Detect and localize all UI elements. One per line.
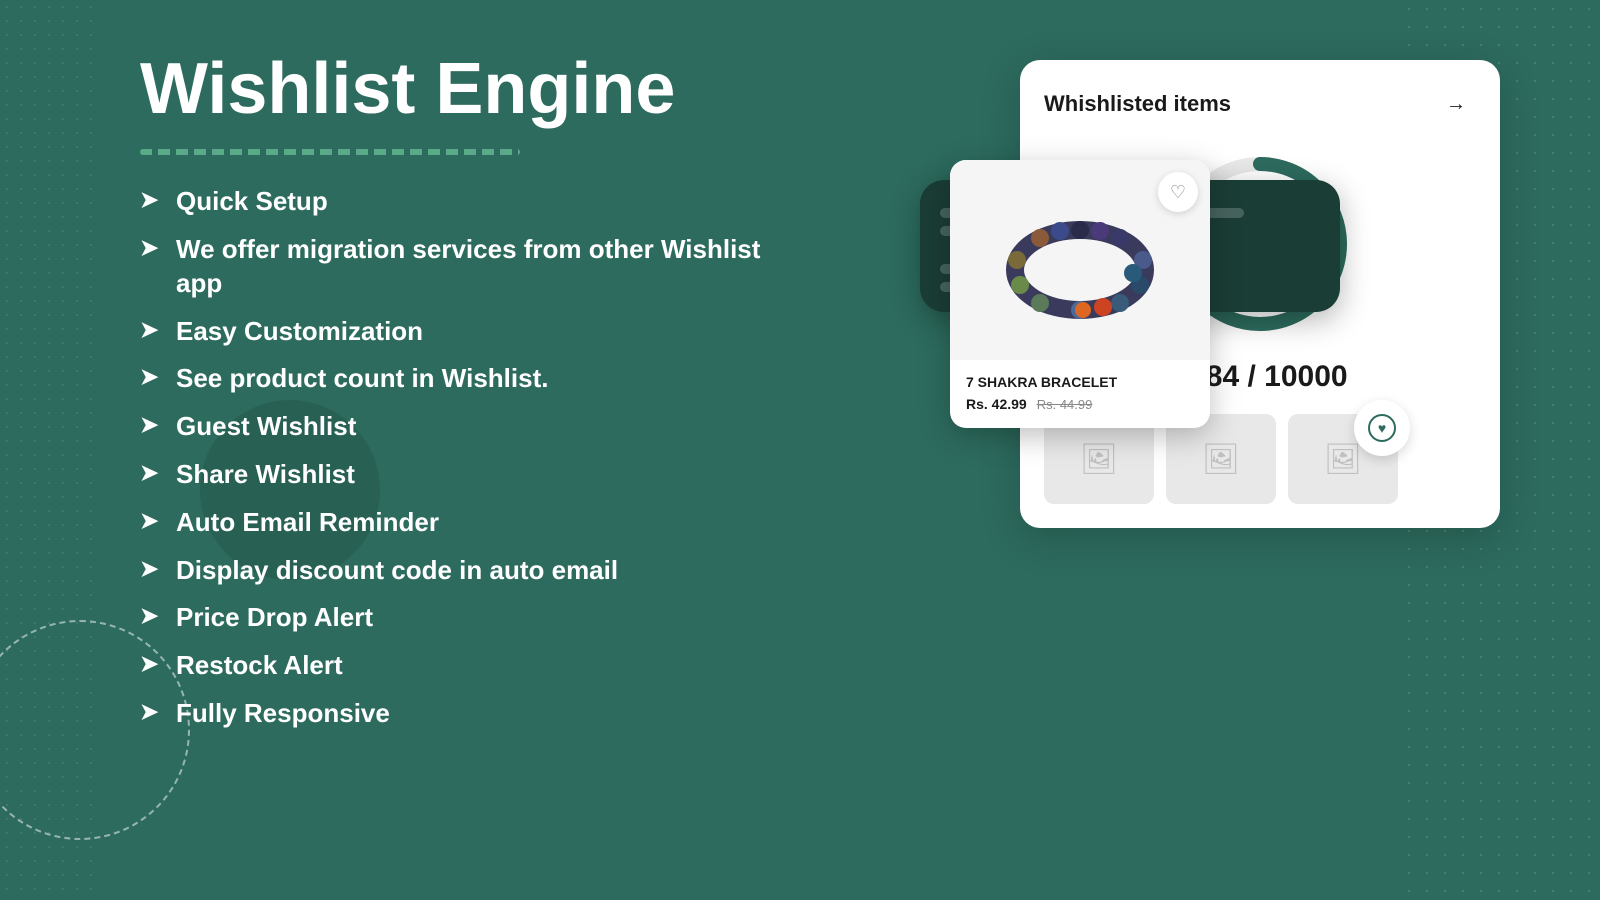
feature-item-auto-email: ➤ Auto Email Reminder (140, 506, 790, 540)
heart-icon-green: ♥ (1368, 414, 1396, 442)
feature-text-quick-setup: Quick Setup (176, 185, 328, 219)
right-panel: Whishlisted items → 7484 7484 / 10000 (950, 60, 1500, 840)
chevron-icon-share-wishlist: ➤ (140, 460, 164, 486)
wishlist-card-header: Whishlisted items → (1044, 84, 1476, 124)
product-prices: Rs. 42.99 Rs. 44.99 (966, 396, 1194, 412)
chevron-icon-guest-wishlist: ➤ (140, 412, 164, 438)
bracelet-svg (995, 200, 1165, 320)
feature-text-product-count: See product count in Wishlist. (176, 362, 548, 396)
price-current: Rs. 42.99 (966, 396, 1027, 412)
product-image-area: ♡ (950, 160, 1210, 360)
image-icon-2: 🖼 (1202, 442, 1240, 477)
feature-text-responsive: Fully Responsive (176, 697, 390, 731)
feature-item-customization: ➤ Easy Customization (140, 315, 790, 349)
feature-text-price-drop: Price Drop Alert (176, 601, 373, 635)
feature-text-share-wishlist: Share Wishlist (176, 458, 355, 492)
chevron-icon-auto-email: ➤ (140, 508, 164, 534)
image-icon-1: 🖼 (1080, 442, 1118, 477)
image-icon-3: 🖼 (1324, 442, 1362, 477)
feature-text-customization: Easy Customization (176, 315, 423, 349)
feature-item-restock: ➤ Restock Alert (140, 649, 790, 683)
feature-item-share-wishlist: ➤ Share Wishlist (140, 458, 790, 492)
feature-item-guest-wishlist: ➤ Guest Wishlist (140, 410, 790, 444)
feature-item-product-count: ➤ See product count in Wishlist. (140, 362, 790, 396)
feature-text-auto-email: Auto Email Reminder (176, 506, 439, 540)
feature-item-responsive: ➤ Fully Responsive (140, 697, 790, 731)
divider-line (140, 149, 520, 155)
chevron-icon-price-drop: ➤ (140, 603, 164, 629)
wishlist-arrow-btn[interactable]: → (1436, 84, 1476, 124)
chevron-icon-restock: ➤ (140, 651, 164, 677)
product-heart-btn[interactable]: ♡ (1158, 172, 1198, 212)
feature-item-migration: ➤ We offer migration services from other … (140, 233, 790, 301)
product-info: 7 SHAKRA BRACELET Rs. 42.99 Rs. 44.99 (950, 360, 1210, 428)
product-card: ♡ (950, 160, 1210, 428)
feature-text-restock: Restock Alert (176, 649, 343, 683)
feature-text-guest-wishlist: Guest Wishlist (176, 410, 356, 444)
feature-text-discount-code: Display discount code in auto email (176, 554, 618, 588)
chevron-icon-migration: ➤ (140, 235, 164, 261)
price-original: Rs. 44.99 (1037, 397, 1093, 412)
floating-heart-circle[interactable]: ♥ (1354, 400, 1410, 456)
page-title: Wishlist Engine (140, 50, 790, 129)
product-name: 7 SHAKRA BRACELET (966, 374, 1194, 390)
chevron-icon-responsive: ➤ (140, 699, 164, 725)
feature-list: ➤ Quick Setup ➤ We offer migration services… (140, 185, 790, 731)
feature-item-discount-code: ➤ Display discount code in auto email (140, 554, 790, 588)
chevron-icon-product-count: ➤ (140, 364, 164, 390)
feature-item-quick-setup: ➤ Quick Setup (140, 185, 790, 219)
chevron-icon-quick-setup: ➤ (140, 187, 164, 213)
chevron-icon-discount-code: ➤ (140, 556, 164, 582)
chevron-icon-customization: ➤ (140, 317, 164, 343)
left-panel: Wishlist Engine ➤ Quick Setup ➤ We offer mi… (140, 50, 790, 731)
feature-text-migration: We offer migration services from other W… (176, 233, 790, 301)
feature-item-price-drop: ➤ Price Drop Alert (140, 601, 790, 635)
wishlist-card-title: Whishlisted items (1044, 91, 1231, 117)
